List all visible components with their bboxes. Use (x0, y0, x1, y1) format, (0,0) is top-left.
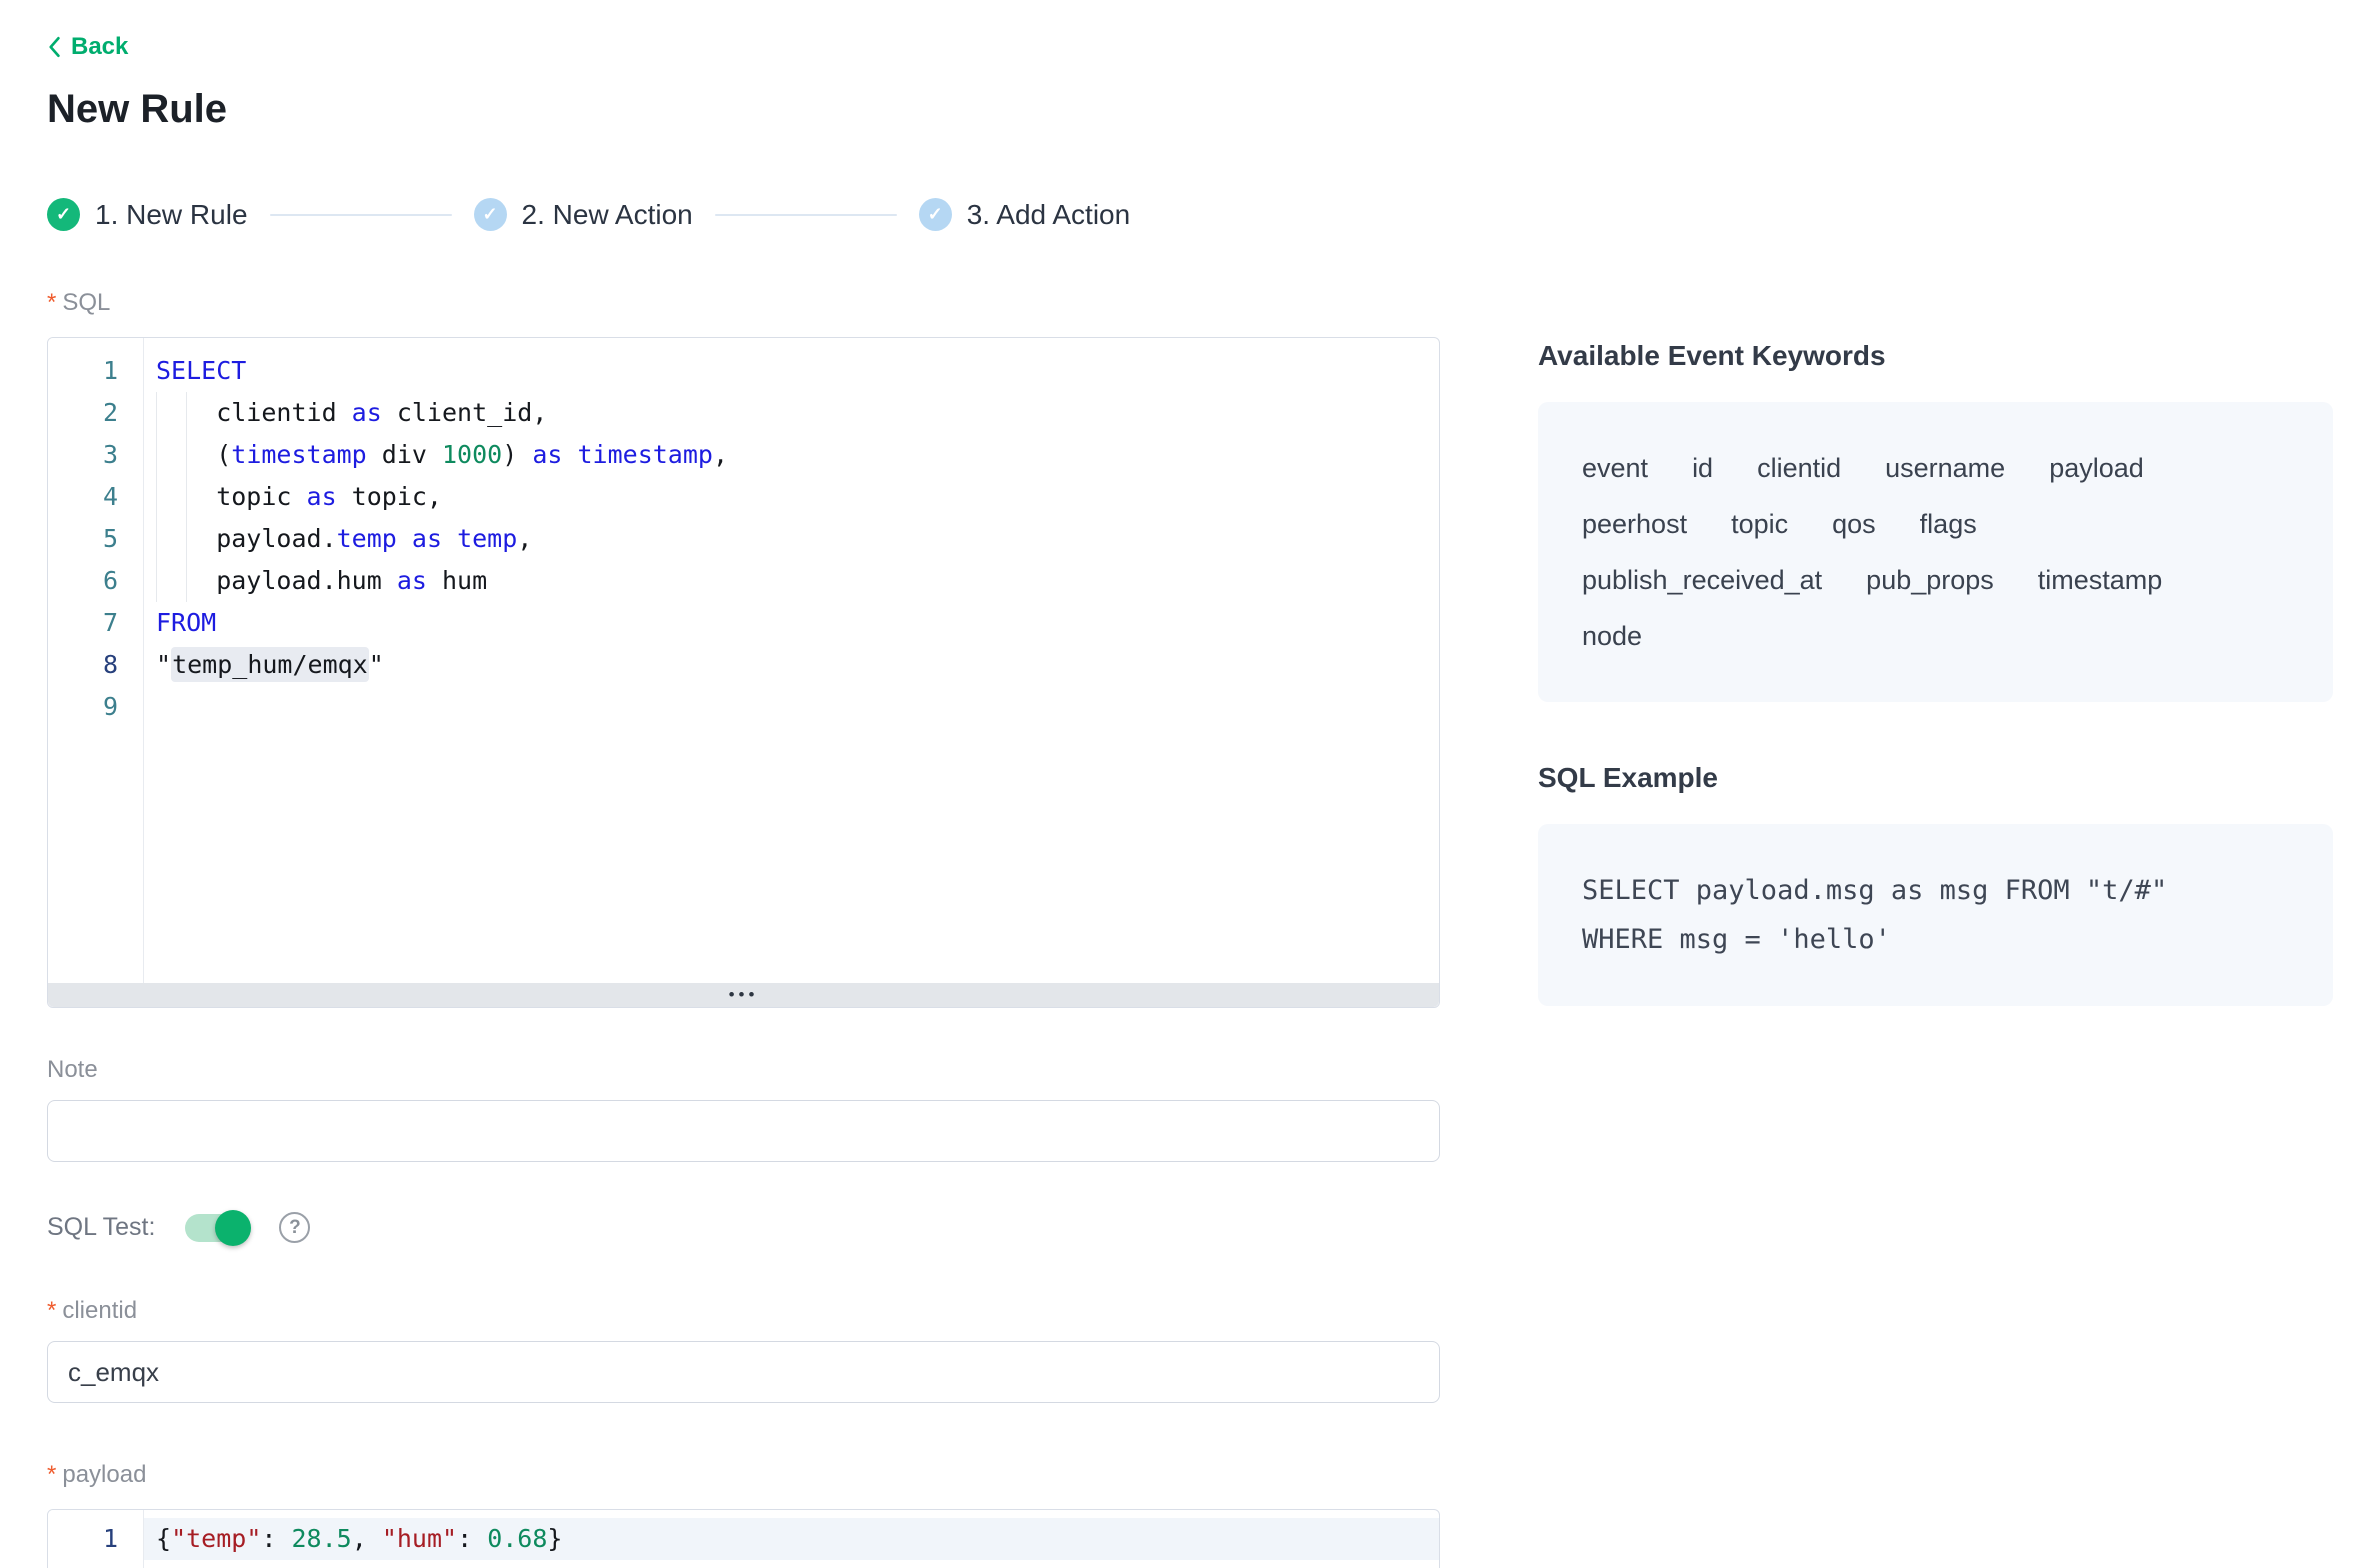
step-item[interactable]: ✓ 3. Add Action (919, 198, 1130, 231)
event-keyword: payload (2049, 453, 2144, 483)
line-number: 4 (48, 476, 144, 518)
sql-test-label: SQL Test: (47, 1213, 155, 1242)
required-mark: * (47, 1297, 56, 1324)
sql-example-line: SELECT payload.msg as msg FROM "t/#" (1582, 866, 2289, 915)
new-rule-page: Back New Rule ✓ 1. New Rule ✓ 2. New Action… (0, 0, 2356, 1568)
back-link[interactable]: Back (47, 33, 128, 61)
line-number: 8 (48, 644, 144, 686)
code-line: 5 payload.temp as temp, (48, 518, 1439, 560)
check-icon: ✓ (47, 198, 80, 231)
code-line: 8"temp_hum/emqx" (48, 644, 1439, 686)
check-icon: ✓ (474, 198, 507, 231)
note-input[interactable] (47, 1100, 1440, 1162)
keywords-box: event id clientid username payload peerhost to… (1538, 402, 2333, 702)
page-title: New Rule (47, 87, 1440, 132)
chevron-left-icon (47, 36, 61, 58)
event-keyword: publish_received_at (1582, 565, 1822, 595)
event-keyword: event (1582, 453, 1648, 483)
code-line: 1SELECT (48, 350, 1439, 392)
keyword-row: event id clientid username payload (1582, 440, 2289, 496)
clientid-field-label: *clientid (47, 1297, 1440, 1325)
event-keyword: pub_props (1866, 565, 1994, 595)
line-number: 5 (48, 518, 144, 560)
sql-example-heading: SQL Example (1538, 762, 2333, 794)
toggle-knob (215, 1210, 251, 1246)
event-keyword: flags (1920, 509, 1977, 539)
keyword-row: node (1582, 608, 2289, 664)
code-line: 1{"temp": 28.5, "hum": 0.68} (48, 1518, 1439, 1560)
line-number: 6 (48, 560, 144, 602)
sql-test-row: SQL Test: ? (47, 1212, 1440, 1243)
step-connector (715, 214, 897, 216)
sql-code-area[interactable]: 1SELECT2 clientid as client_id,3 (timest… (48, 338, 1439, 728)
event-keyword: peerhost (1582, 509, 1687, 539)
keyword-row: publish_received_at pub_props timestamp (1582, 552, 2289, 608)
rule-form-column: Back New Rule ✓ 1. New Rule ✓ 2. New Action… (47, 33, 1440, 1568)
event-keyword: id (1692, 453, 1713, 483)
code-line: 9 (48, 686, 1439, 728)
line-number: 1 (48, 1518, 144, 1560)
step-label: 2. New Action (522, 199, 693, 231)
event-keyword: qos (1832, 509, 1876, 539)
sql-editor[interactable]: 1SELECT2 clientid as client_id,3 (timest… (47, 337, 1440, 1008)
step-item[interactable]: ✓ 2. New Action (474, 198, 693, 231)
event-keyword: timestamp (2038, 565, 2163, 595)
sql-example-line: WHERE msg = 'hello' (1582, 915, 2289, 964)
payload-code-area[interactable]: 1{"temp": 28.5, "hum": 0.68} (48, 1510, 1439, 1560)
step-label: 3. Add Action (967, 199, 1130, 231)
keywords-heading: Available Event Keywords (1538, 340, 2333, 372)
check-icon: ✓ (919, 198, 952, 231)
line-number: 9 (48, 686, 144, 728)
event-keyword: topic (1731, 509, 1788, 539)
editor-resize-handle[interactable]: ••• (48, 983, 1439, 1007)
step-item[interactable]: ✓ 1. New Rule (47, 198, 248, 231)
help-icon[interactable]: ? (279, 1212, 310, 1243)
code-line: 4 topic as topic, (48, 476, 1439, 518)
code-line: 7FROM (48, 602, 1439, 644)
step-label: 1. New Rule (95, 199, 248, 231)
note-field-label: Note (47, 1056, 1440, 1084)
step-indicator: ✓ 1. New Rule ✓ 2. New Action ✓ 3. Add Action (47, 198, 1440, 231)
code-line: 2 clientid as client_id, (48, 392, 1439, 434)
keyword-row: peerhost topic qos flags (1582, 496, 2289, 552)
clientid-input[interactable] (47, 1341, 1440, 1403)
payload-editor[interactable]: 1{"temp": 28.5, "hum": 0.68} (47, 1509, 1440, 1568)
line-number: 2 (48, 392, 144, 434)
code-line: 3 (timestamp div 1000) as timestamp, (48, 434, 1439, 476)
sql-field-label: *SQL (47, 289, 1440, 317)
sql-test-toggle[interactable] (185, 1214, 249, 1242)
event-keyword: clientid (1757, 453, 1841, 483)
back-label: Back (71, 33, 128, 61)
code-line: 6 payload.hum as hum (48, 560, 1439, 602)
payload-field-label: *payload (47, 1461, 1440, 1489)
resize-dots-icon: ••• (729, 983, 759, 1007)
line-number: 7 (48, 602, 144, 644)
sql-example-box: SELECT payload.msg as msg FROM "t/#"WHER… (1538, 824, 2333, 1006)
required-mark: * (47, 1461, 56, 1488)
event-keyword: username (1885, 453, 2005, 483)
line-number: 3 (48, 434, 144, 476)
help-panel: Available Event Keywords event id clientid… (1538, 340, 2333, 1006)
line-number: 1 (48, 350, 144, 392)
step-connector (270, 214, 452, 216)
event-keyword: node (1582, 621, 1642, 651)
required-mark: * (47, 289, 56, 316)
